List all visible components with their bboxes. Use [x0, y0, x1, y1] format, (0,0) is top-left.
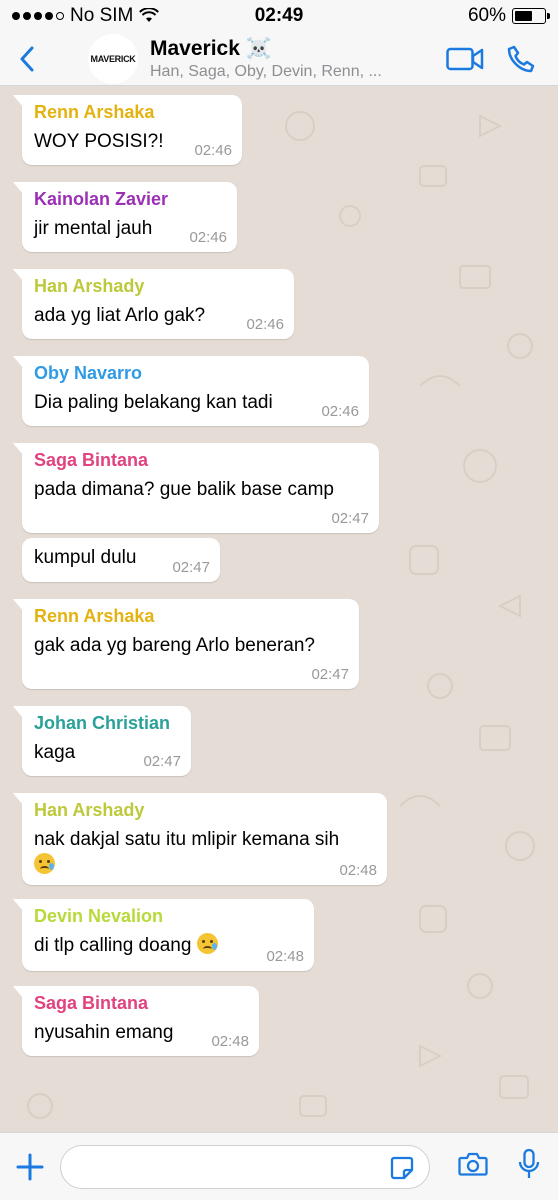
plus-icon — [16, 1153, 44, 1180]
attach-button[interactable] — [0, 1133, 60, 1200]
microphone-button[interactable] — [518, 1148, 540, 1185]
battery-icon — [512, 8, 550, 24]
message-list[interactable]: Renn Arshaka WOY POSISI?! 02:46 Kainolan… — [0, 86, 558, 1132]
video-camera-icon — [446, 47, 484, 70]
sender-name: Saga Bintana — [34, 993, 149, 1013]
sender-name: Han Arshady — [34, 276, 145, 296]
message-bubble[interactable]: Kainolan Zavier jir mental jauh 02:46 — [13, 182, 237, 252]
message-bubble[interactable]: Johan Christian kaga 02:47 — [13, 706, 191, 776]
message-bubble[interactable]: Renn Arshaka WOY POSISI?! 02:46 — [13, 95, 242, 165]
microphone-icon — [518, 1148, 540, 1178]
back-button[interactable] — [0, 32, 54, 86]
group-info[interactable]: Maverick ☠️ Han, Saga, Oby, Devin, Renn,… — [150, 37, 446, 81]
phone-icon — [507, 45, 535, 72]
message-bubble[interactable]: Han Arshady nak dakjal satu itu mlipir k… — [13, 793, 387, 885]
message-time: 02:46 — [246, 316, 284, 333]
message-time: 02:46 — [321, 403, 359, 420]
message-time: 02:48 — [211, 1033, 249, 1050]
camera-button[interactable] — [458, 1151, 488, 1182]
chat-header: MAVERICK Maverick ☠️ Han, Saga, Oby, Dev… — [0, 32, 558, 86]
crying-face-emoji — [34, 853, 55, 874]
message-bubble[interactable]: Han Arshady ada yg liat Arlo gak? 02:46 — [13, 269, 294, 339]
message-time: 02:48 — [266, 948, 304, 965]
video-call-button[interactable] — [446, 47, 484, 71]
sender-name: Devin Nevalion — [34, 906, 164, 926]
message-text: ada yg liat Arlo gak? — [34, 305, 206, 326]
group-logo: MAVERICK — [90, 35, 136, 82]
message-text: gak ada yg bareng Arlo beneran? — [34, 635, 315, 656]
message-text: Dia paling belakang kan tadi — [34, 392, 273, 413]
group-members: Han, Saga, Oby, Devin, Renn, ... — [150, 62, 382, 80]
message-bubble[interactable]: Oby Navarro Dia paling belakang kan tadi… — [13, 356, 369, 426]
message-time: 02:47 — [172, 559, 210, 576]
message-text: nak dakjal satu itu mlipir kemana sih — [34, 827, 375, 879]
chevron-left-icon — [20, 46, 34, 71]
message-time: 02:46 — [189, 229, 227, 246]
message-text: pada dimana? gue balik base camp — [34, 479, 334, 500]
message-bubble[interactable]: Renn Arshaka gak ada yg bareng Arlo bene… — [13, 599, 359, 689]
message-time: 02:46 — [194, 142, 232, 159]
message-time: 02:47 — [143, 753, 181, 770]
sticker-button[interactable] — [389, 1155, 415, 1186]
sender-name: Johan Christian — [34, 713, 171, 733]
message-bubble[interactable]: kumpul dulu 02:47 — [22, 538, 220, 582]
message-time: 02:48 — [339, 862, 377, 879]
sender-name: Oby Navarro — [34, 363, 143, 383]
message-text: di tlp calling doang — [34, 933, 302, 959]
sender-name: Kainolan Zavier — [34, 189, 169, 209]
message-bubble[interactable]: Saga Bintana pada dimana? gue balik base… — [13, 443, 379, 533]
sender-name: Renn Arshaka — [34, 606, 155, 626]
voice-call-button[interactable] — [506, 44, 536, 74]
group-avatar[interactable]: MAVERICK — [88, 33, 138, 84]
composer-bar — [0, 1132, 558, 1200]
message-time: 02:47 — [311, 666, 349, 683]
carrier-label: No SIM — [70, 5, 134, 26]
message-bubble[interactable]: Saga Bintana nyusahin emang 02:48 — [13, 986, 259, 1056]
crying-face-emoji — [196, 933, 218, 954]
message-input[interactable] — [60, 1144, 430, 1189]
status-bar: No SIM 02:49 60% — [0, 0, 558, 32]
sender-name: Saga Bintana — [34, 450, 149, 470]
sender-name: Renn Arshaka — [34, 102, 155, 122]
battery-percent: 60% — [467, 5, 506, 26]
message-bubble[interactable]: Devin Nevalion di tlp calling doang 02:4… — [13, 899, 314, 971]
group-name: Maverick ☠️ — [150, 36, 272, 60]
sticker-icon — [390, 1156, 414, 1179]
wifi-icon — [139, 8, 160, 22]
camera-icon — [458, 1152, 488, 1176]
signal-icon — [12, 12, 64, 20]
sender-name: Han Arshady — [34, 800, 145, 820]
message-time: 02:47 — [331, 510, 369, 527]
